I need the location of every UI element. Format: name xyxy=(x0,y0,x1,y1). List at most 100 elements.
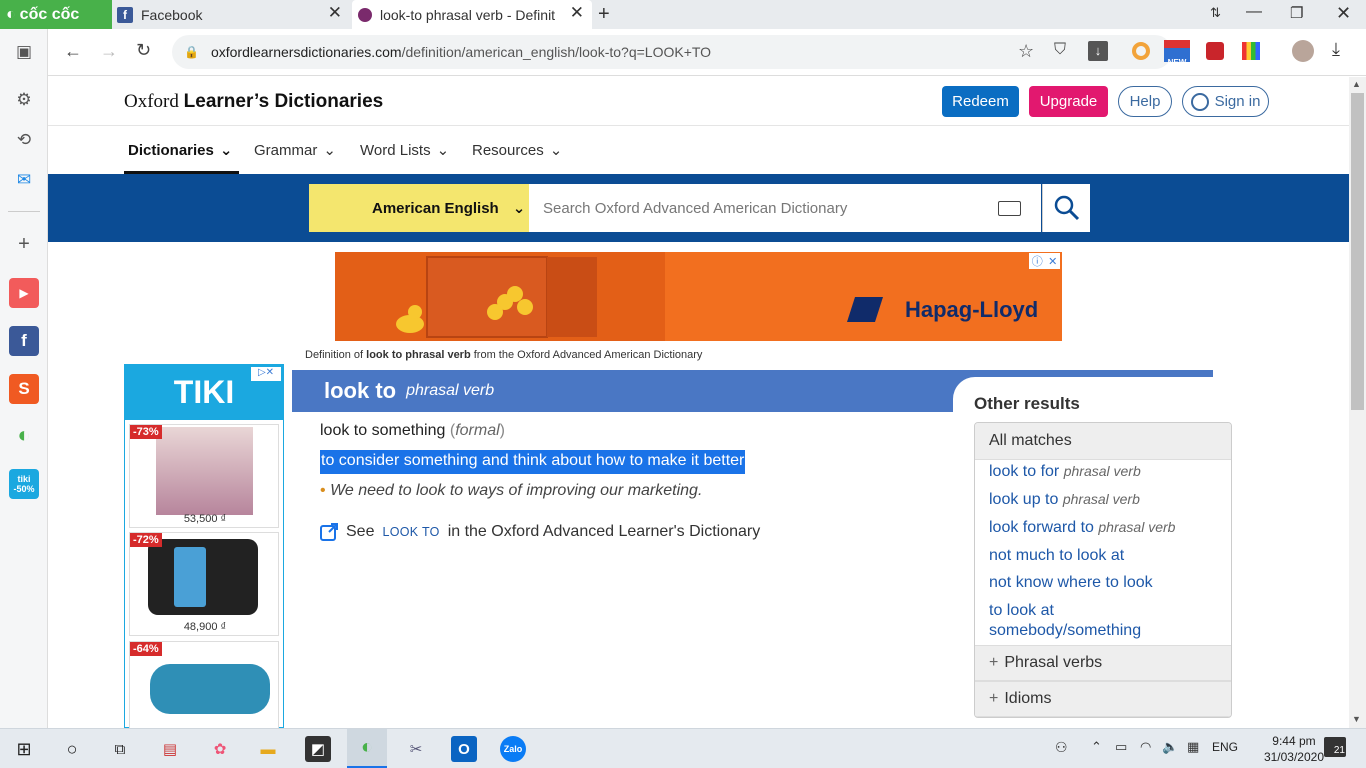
dictionary-select[interactable]: American English ⌄ xyxy=(309,184,529,232)
extension-chrome-icon[interactable] xyxy=(1132,42,1150,60)
scroll-down-icon[interactable]: ▼ xyxy=(1352,714,1361,724)
brand-label: cốc cốc xyxy=(19,5,80,23)
browser-sidebar: ▣ ⚙ ⟲ ✉ + ▶ f S ◐ tiki -50% xyxy=(0,29,48,728)
scrollbar-thumb[interactable] xyxy=(1351,93,1364,410)
nav-grammar[interactable]: Grammar ⌄ xyxy=(254,141,336,160)
tiki-product-card[interactable]: -72% 48,900 ₫ xyxy=(129,532,279,636)
extension-new-icon[interactable]: NEW xyxy=(1164,40,1190,67)
close-window-button[interactable]: ✕ xyxy=(1336,3,1351,24)
nav-label: Grammar xyxy=(254,141,318,159)
sidebar-toggle-icon[interactable]: ▣ xyxy=(9,37,39,67)
see-suffix: in the Oxford Advanced Learner's Diction… xyxy=(447,523,761,540)
nav-word-lists[interactable]: Word Lists ⌄ xyxy=(360,141,449,160)
tray-expand-icon[interactable]: ⌃ xyxy=(1091,739,1102,755)
sense-phrase: look to something xyxy=(320,422,446,439)
restore-button[interactable]: ❐ xyxy=(1290,4,1303,22)
close-tab-icon[interactable]: ✕ xyxy=(328,3,342,23)
nav-dictionaries[interactable]: Dictionaries ⌄ xyxy=(128,141,232,160)
clock-time: 9:44 pm xyxy=(1272,734,1316,748)
ad-close[interactable]: ⓘ ✕ xyxy=(1029,253,1060,269)
phrasal-verbs-section[interactable]: + Phrasal verbs xyxy=(975,645,1231,681)
product-price: 48,900 ₫ xyxy=(183,621,227,633)
extension-colors-icon[interactable] xyxy=(1242,42,1260,60)
scroll-up-icon[interactable]: ▲ xyxy=(1352,79,1361,89)
messenger-icon[interactable]: ✉ xyxy=(9,165,39,195)
battery-icon[interactable]: ▭ xyxy=(1115,739,1127,755)
language-indicator[interactable]: ENG xyxy=(1212,740,1238,754)
outlook-icon[interactable]: O xyxy=(451,736,477,762)
action-center-icon[interactable]: 21 xyxy=(1324,737,1346,757)
nav-label: Word Lists xyxy=(360,141,431,159)
coccoc-menu-button[interactable]: ◐ cốc cốc xyxy=(0,0,112,29)
windows-start-icon[interactable]: ⊞ xyxy=(11,736,37,762)
result-link[interactable]: not much to look at xyxy=(989,547,1124,565)
ad-choices-icon[interactable]: ▷✕ xyxy=(251,367,281,381)
forward-button[interactable]: → xyxy=(100,41,118,62)
youtube-icon[interactable]: ▶ xyxy=(9,278,39,308)
coccoc-taskbar-icon[interactable]: ◐ xyxy=(347,729,387,768)
profile-avatar[interactable] xyxy=(1292,40,1314,62)
ad-info-icon[interactable]: ⓘ xyxy=(1032,253,1043,269)
result-link[interactable]: to look at somebody/something xyxy=(989,601,1189,641)
search-input[interactable]: Search Oxford Advanced American Dictiona… xyxy=(529,184,1041,232)
result-link[interactable]: look forward to phrasal verb xyxy=(989,519,1175,537)
keyboard-icon[interactable] xyxy=(998,201,1021,216)
task-view-icon[interactable]: ⧉ xyxy=(107,736,133,762)
people-icon[interactable]: ⚇ xyxy=(1055,739,1068,756)
tiki-product-card[interactable]: -73% 53,500 ₫ xyxy=(129,424,279,528)
nav-resources[interactable]: Resources ⌄ xyxy=(472,141,562,160)
volume-icon[interactable]: 🔈 xyxy=(1162,739,1178,755)
search-button[interactable] xyxy=(1042,184,1090,232)
all-matches-header[interactable]: All matches xyxy=(975,423,1231,460)
history-icon[interactable]: ⟲ xyxy=(9,125,39,155)
app-snipping-icon[interactable]: ✂ xyxy=(403,736,429,762)
extension-red-icon[interactable] xyxy=(1206,42,1224,60)
back-button[interactable]: ← xyxy=(64,41,82,62)
new-tab-button[interactable]: + xyxy=(598,3,610,26)
shopee-icon[interactable]: S xyxy=(9,374,39,404)
reload-button[interactable]: ↻ xyxy=(136,40,151,61)
settings-gear-icon[interactable]: ⚙ xyxy=(9,85,39,115)
see-also-link[interactable]: look to xyxy=(382,525,439,539)
close-icon[interactable]: ✕ xyxy=(1048,255,1057,268)
sign-in-button[interactable]: Sign in xyxy=(1182,86,1269,117)
tiki-badge: tiki -50% xyxy=(13,474,35,494)
add-shortcut-icon[interactable]: + xyxy=(9,229,39,259)
bookmark-star-icon[interactable]: ☆ xyxy=(1018,41,1034,62)
tab-list-icon[interactable]: ⇅ xyxy=(1210,5,1221,21)
tab-facebook[interactable]: f Facebook ✕ xyxy=(112,0,350,29)
tiki-sidebar-icon[interactable]: tiki -50% xyxy=(9,469,39,499)
minimize-button[interactable]: — xyxy=(1246,3,1262,21)
app-notes-icon[interactable]: ▤ xyxy=(157,736,183,762)
app-paint-icon[interactable]: ✿ xyxy=(207,736,233,762)
upgrade-button[interactable]: Upgrade xyxy=(1029,86,1108,117)
banner-ad[interactable]: Hapag-Lloyd ⓘ ✕ xyxy=(335,252,1062,341)
input-keyboard-icon[interactable]: ▦ xyxy=(1187,739,1199,755)
wifi-icon[interactable]: ◠ xyxy=(1140,739,1151,755)
tab-oxford[interactable]: look-to phrasal verb - Definit ✕ xyxy=(352,0,592,29)
result-pos: phrasal verb xyxy=(1063,463,1141,479)
tiki-product-card[interactable]: -64% xyxy=(129,641,279,728)
redeem-button[interactable]: Redeem xyxy=(942,86,1019,117)
download-page-icon[interactable]: ↓ xyxy=(1088,41,1108,61)
result-link[interactable]: not know where to look xyxy=(989,574,1153,592)
site-logo[interactable]: Oxford Learner’s Dictionaries xyxy=(124,91,383,113)
cortana-icon[interactable]: ○ xyxy=(59,736,85,762)
help-button[interactable]: Help xyxy=(1118,86,1172,117)
coccoc-sidebar-icon[interactable]: ◐ xyxy=(9,420,39,450)
tiki-ad[interactable]: TIKI ▷✕ -73% 53,500 ₫ -72% 48,900 ₫ -64% xyxy=(124,364,284,728)
zalo-icon[interactable]: Zalo xyxy=(500,736,526,762)
downloads-icon[interactable]: ⤓ xyxy=(1332,39,1340,60)
section-label: Phrasal verbs xyxy=(1004,654,1103,671)
system-clock[interactable]: 9:44 pm 31/03/2020 xyxy=(1264,733,1324,765)
notification-count: 21 xyxy=(1333,745,1345,756)
facebook-sidebar-icon[interactable]: f xyxy=(9,326,39,356)
shield-icon[interactable]: ⛉ xyxy=(1054,41,1066,59)
result-link[interactable]: look up to phrasal verb xyxy=(989,491,1140,509)
close-tab-icon[interactable]: ✕ xyxy=(570,3,584,23)
app-terminal-icon[interactable]: ◩ xyxy=(305,736,331,762)
sign-in-label: Sign in xyxy=(1214,93,1261,110)
idioms-section[interactable]: + Idioms xyxy=(975,681,1231,717)
file-explorer-icon[interactable]: ▬ xyxy=(255,736,281,762)
result-link[interactable]: look to for phrasal verb xyxy=(989,463,1141,481)
